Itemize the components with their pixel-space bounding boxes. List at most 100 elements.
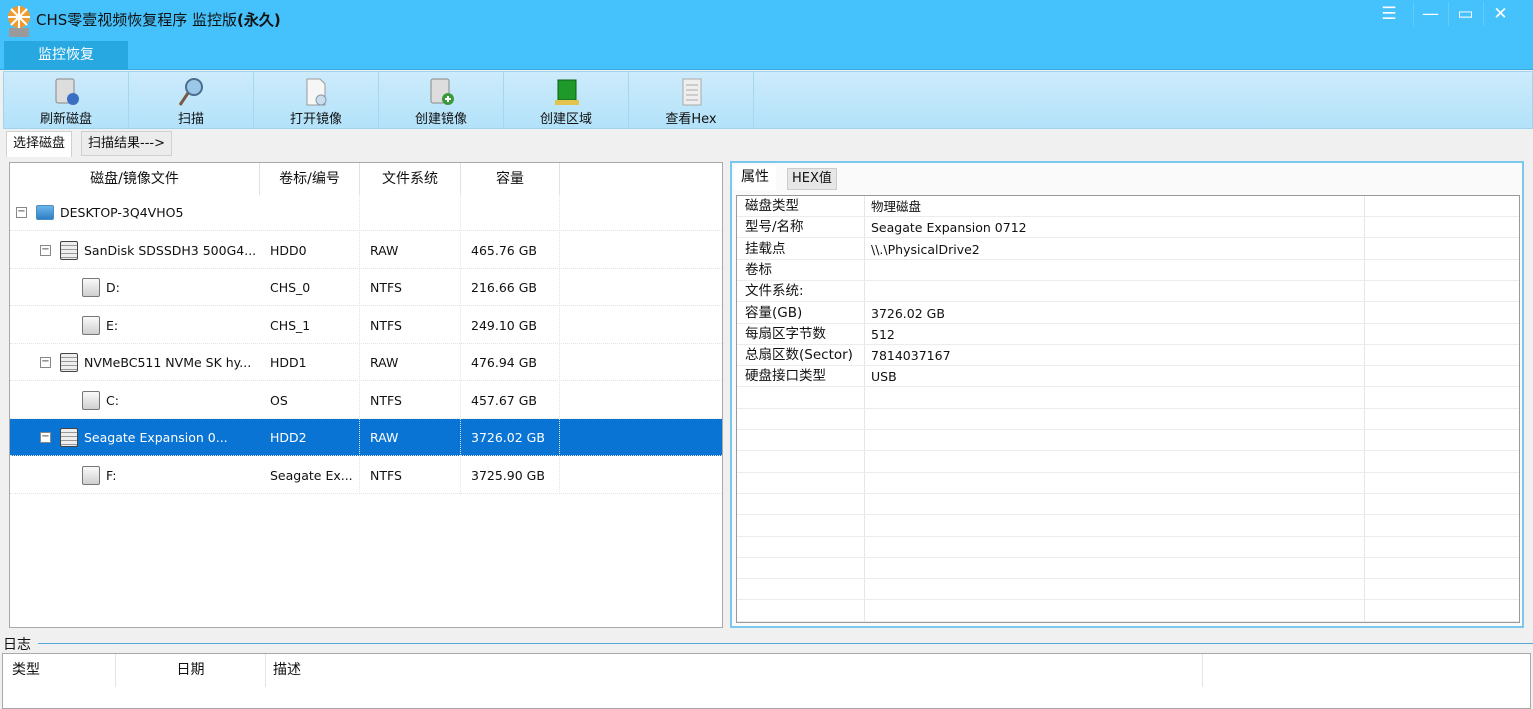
- disk-filesystem: NTFS: [360, 269, 461, 306]
- open-image-icon: [306, 78, 327, 106]
- property-key: 每扇区字节数: [745, 325, 826, 342]
- disk-filesystem: NTFS: [360, 381, 461, 419]
- scan-label: 扫描: [177, 112, 204, 127]
- property-row: [737, 579, 1519, 601]
- property-row: [737, 494, 1519, 516]
- property-row: [737, 452, 1519, 473]
- disk-name: E:: [106, 317, 119, 333]
- disk-row[interactable]: − Seagate Expansion 0... HDD2 RAW 3726.02 GB: [10, 419, 722, 456]
- tab-select-disk[interactable]: 选择磁盘: [6, 131, 73, 157]
- property-value: USB: [871, 369, 897, 385]
- disk-name: D:: [106, 280, 120, 295]
- log-column-date[interactable]: 日期: [116, 654, 266, 687]
- disk-label: HDD0: [260, 231, 360, 269]
- property-row: 容量(GB) 3726.02 GB: [737, 303, 1519, 324]
- disk-row[interactable]: − DESKTOP-3Q4VHO5: [10, 194, 722, 231]
- property-row: 文件系统:: [737, 281, 1519, 303]
- app-logo-icon: [8, 6, 30, 37]
- disk-capacity: [461, 194, 560, 231]
- create-region-button[interactable]: 创建区域: [504, 72, 629, 128]
- view-hex-label: 查看Hex: [665, 112, 717, 127]
- disk-filesystem: RAW: [360, 344, 461, 381]
- tab-hex-value[interactable]: HEX值: [787, 168, 837, 190]
- create-image-label: 创建镜像: [414, 112, 467, 127]
- column-header-filesystem[interactable]: 文件系统: [360, 163, 461, 195]
- disk-row[interactable]: − SanDisk SDSSDH3 500G4... HDD0 RAW 465.76 G…: [10, 231, 722, 269]
- create-region-icon: [555, 79, 579, 105]
- open-image-label: 打开镜像: [289, 112, 342, 127]
- log-divider: [38, 643, 1533, 644]
- create-image-button[interactable]: 创建镜像: [379, 72, 504, 128]
- collapse-toggle-icon[interactable]: −: [16, 207, 27, 218]
- log-label: 日志: [3, 637, 31, 653]
- property-value: 7814037167: [871, 348, 951, 364]
- collapse-toggle-icon[interactable]: −: [40, 244, 51, 256]
- collapse-toggle-icon[interactable]: −: [40, 357, 51, 368]
- refresh-disk-icon: [55, 78, 79, 105]
- view-hex-button[interactable]: 查看Hex: [629, 72, 754, 128]
- property-key: 卷标: [745, 261, 772, 278]
- disk-label: CHS_1: [260, 306, 360, 344]
- log-column-type[interactable]: 类型: [3, 654, 116, 687]
- disk-name: DESKTOP-3Q4VHO5: [60, 205, 184, 220]
- scan-button[interactable]: 扫描: [129, 72, 254, 128]
- toolbar: 刷新磁盘 扫描 打开镜像 创建镜像 创建区域 查看Hex: [3, 71, 1533, 129]
- disk-name: F:: [106, 467, 117, 483]
- column-header-capacity[interactable]: 容量: [461, 163, 560, 195]
- disk-row[interactable]: E: CHS_1 NTFS 249.10 GB: [10, 306, 722, 344]
- disk-name: NVMeBC511 NVMe SK hy...: [84, 355, 252, 370]
- property-key: 文件系统:: [745, 283, 804, 300]
- maximize-button[interactable]: ▭: [1448, 2, 1482, 26]
- property-row: [737, 409, 1519, 430]
- column-header-label[interactable]: 卷标/编号: [260, 163, 360, 195]
- disk-label: Seagate Ex...: [260, 456, 360, 494]
- property-row: 卷标: [737, 260, 1519, 281]
- tab-properties[interactable]: 属性: [734, 165, 776, 190]
- close-button[interactable]: ✕: [1483, 2, 1517, 26]
- title-bar: CHS零壹视频恢复程序 监控版(永久) ☰ — ▭ ✕ 监控恢复: [0, 0, 1533, 70]
- property-row: 挂载点 \\.\PhysicalDrive2: [737, 239, 1519, 260]
- disk-capacity: 457.67 GB: [461, 381, 560, 419]
- hex-view-icon: [682, 78, 702, 106]
- property-value: 物理磁盘: [871, 199, 922, 214]
- disk-filesystem: RAW: [360, 231, 461, 269]
- create-region-label: 创建区域: [539, 112, 592, 127]
- property-row: 型号/名称 Seagate Expansion 0712: [737, 217, 1519, 239]
- properties-table: 磁盘类型 物理磁盘型号/名称 Seagate Expansion 0712 挂载点 \\…: [736, 195, 1520, 623]
- disk-tree-table: 磁盘/镜像文件 卷标/编号 文件系统 容量 − DESKTOP-3Q4VHO5 − S…: [9, 162, 723, 628]
- property-key: 挂载点: [745, 240, 786, 257]
- property-key: 总扇区数(Sector): [745, 347, 853, 364]
- property-value: 3726.02 GB: [871, 305, 945, 321]
- property-row: [737, 473, 1519, 494]
- open-image-button[interactable]: 打开镜像: [254, 72, 379, 128]
- disk-row[interactable]: F: Seagate Ex... NTFS 3725.90 GB: [10, 456, 722, 494]
- minimize-button[interactable]: —: [1413, 2, 1447, 26]
- tab-scan-result[interactable]: 扫描结果--->: [81, 131, 172, 156]
- property-row: [737, 430, 1519, 452]
- property-key: 型号/名称: [745, 219, 804, 236]
- property-key: 磁盘类型: [745, 198, 799, 214]
- refresh-disk-button[interactable]: 刷新磁盘: [4, 72, 129, 128]
- log-column-description[interactable]: 描述: [266, 654, 1203, 687]
- disk-filesystem: [360, 194, 461, 231]
- disk-capacity: 3725.90 GB: [461, 456, 560, 494]
- disk-capacity: 249.10 GB: [461, 306, 560, 344]
- property-row: [737, 388, 1519, 409]
- disk-row[interactable]: D: CHS_0 NTFS 216.66 GB: [10, 269, 722, 306]
- property-value: Seagate Expansion 0712: [871, 220, 1027, 236]
- disk-label: OS: [260, 381, 360, 419]
- menu-button[interactable]: ☰: [1372, 2, 1406, 26]
- disk-label: [260, 194, 360, 231]
- disk-label: HDD2: [260, 419, 360, 456]
- disk-label: CHS_0: [260, 269, 360, 306]
- property-key: 硬盘接口类型: [745, 368, 826, 385]
- column-header-disk[interactable]: 磁盘/镜像文件: [10, 163, 260, 195]
- disk-row[interactable]: − NVMeBC511 NVMe SK hy... HDD1 RAW 476.94 GB: [10, 344, 722, 381]
- disk-filesystem: NTFS: [360, 456, 461, 494]
- collapse-toggle-icon[interactable]: −: [40, 432, 51, 443]
- property-row: 总扇区数(Sector) 7814037167: [737, 345, 1519, 367]
- property-row: 磁盘类型 物理磁盘: [737, 196, 1519, 217]
- disk-row[interactable]: C: OS NTFS 457.67 GB: [10, 381, 722, 419]
- menu-tab-monitor-recovery[interactable]: 监控恢复: [4, 41, 128, 70]
- property-value: 512: [871, 326, 895, 342]
